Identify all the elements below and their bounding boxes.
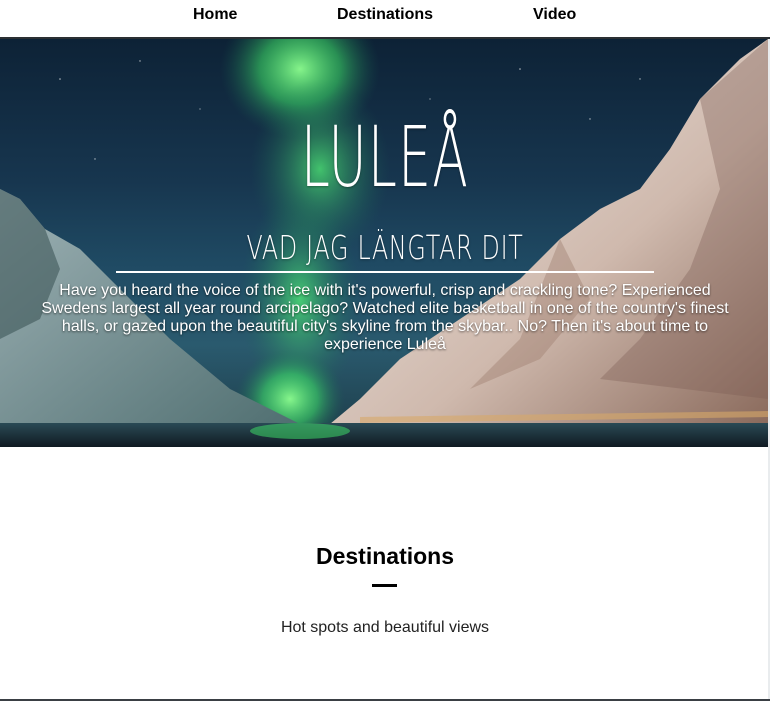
nav-destinations-link[interactable]: Destinations: [337, 6, 433, 24]
hero-divider: [116, 271, 654, 273]
destinations-heading: Destinations: [315, 543, 455, 569]
hero-subtitle: VAD JAG LÄNGTAR DIT: [246, 228, 524, 267]
top-navigation: Home Destinations Video: [0, 0, 770, 38]
hero-title: LULEÅ: [300, 108, 470, 206]
destinations-subtitle: Hot spots and beautiful views: [280, 619, 490, 636]
hero-banner: LULEÅ VAD JAG LÄNGTAR DIT Have you heard…: [0, 39, 768, 447]
nav-home-link[interactable]: Home: [193, 6, 237, 24]
nav-video-link[interactable]: Video: [533, 6, 576, 24]
hero-description: Have you heard the voice of the ice with…: [41, 282, 729, 353]
destinations-divider: [372, 584, 397, 587]
